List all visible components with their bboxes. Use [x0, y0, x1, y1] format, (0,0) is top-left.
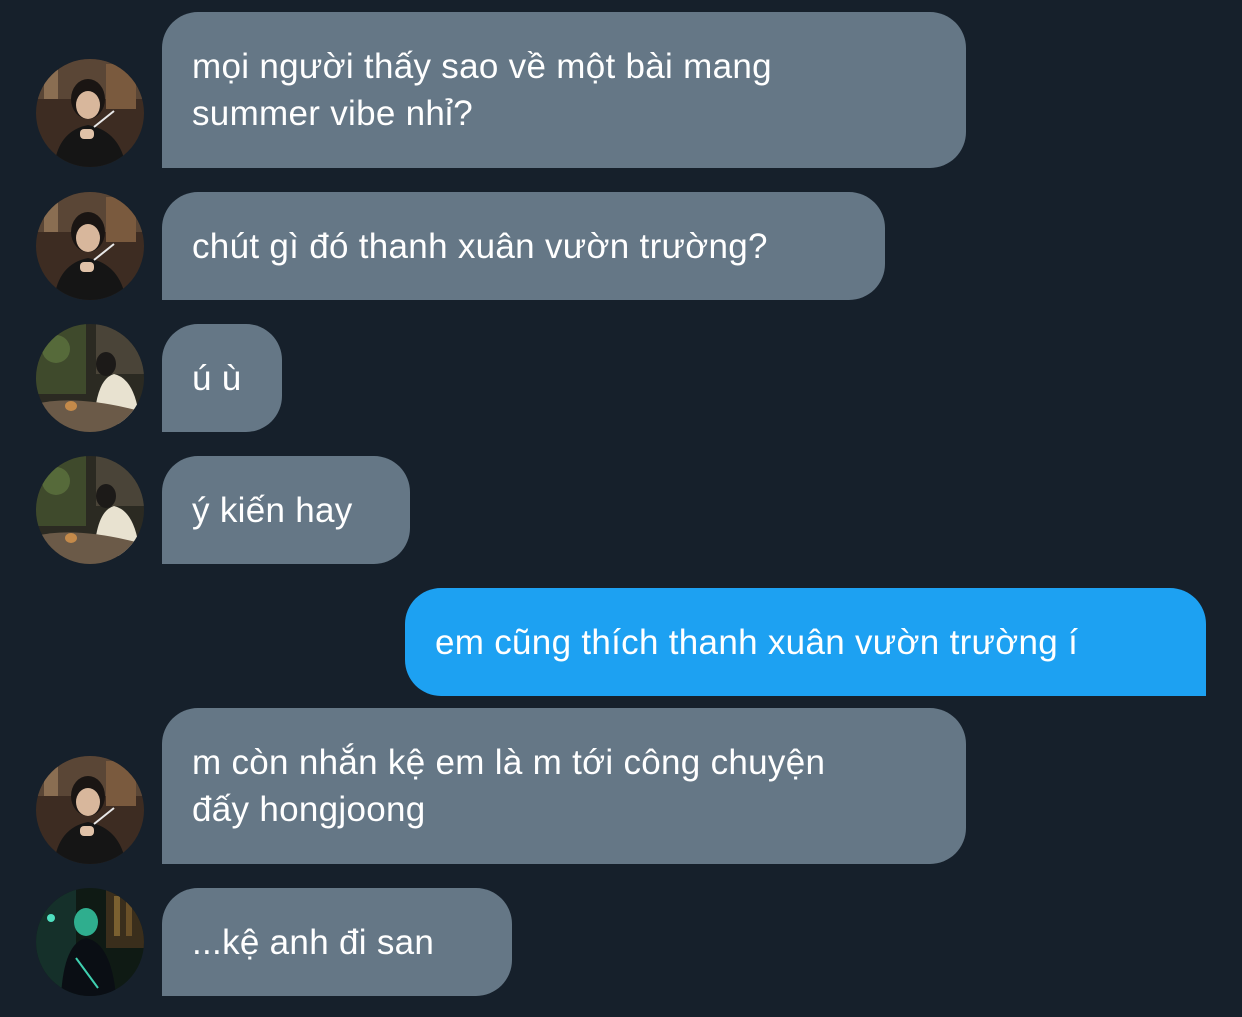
- message-bubble-incoming[interactable]: ý kiến hay: [162, 456, 410, 564]
- message-bubble-incoming[interactable]: mọi người thấy sao về một bài mang summe…: [162, 12, 966, 168]
- message-bubble-outgoing[interactable]: em cũng thích thanh xuân vườn trường í: [405, 588, 1206, 696]
- message-bubble-incoming[interactable]: m còn nhắn kệ em là m tới công chuyện đấ…: [162, 708, 966, 864]
- user-avatar[interactable]: [36, 456, 144, 564]
- message-bubble-incoming[interactable]: chút gì đó thanh xuân vườn trường?: [162, 192, 885, 300]
- user-avatar[interactable]: [36, 756, 144, 864]
- user-avatar[interactable]: [36, 888, 144, 996]
- message-bubble-incoming[interactable]: ú ù: [162, 324, 282, 432]
- user-avatar[interactable]: [36, 192, 144, 300]
- user-avatar[interactable]: [36, 59, 144, 167]
- message-bubble-incoming[interactable]: ...kệ anh đi san: [162, 888, 512, 996]
- user-avatar[interactable]: [36, 324, 144, 432]
